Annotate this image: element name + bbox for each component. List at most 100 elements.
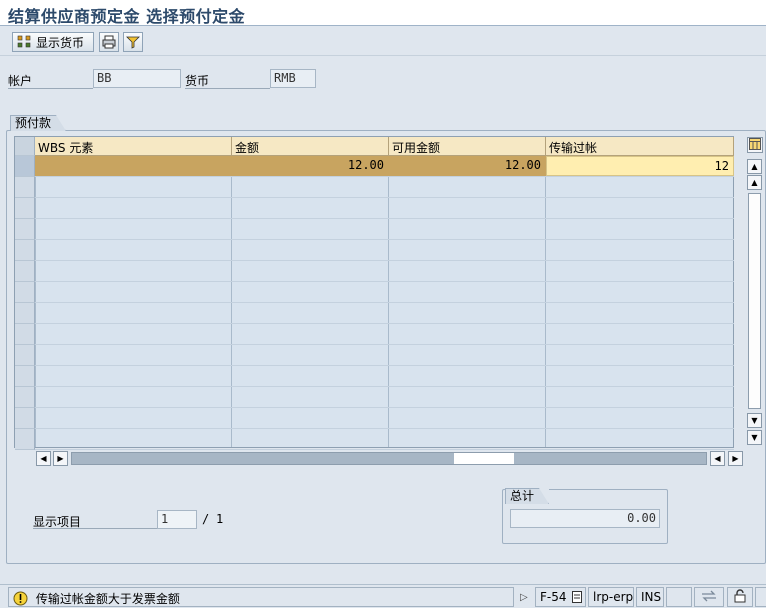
- column-header-amount[interactable]: 金额: [232, 137, 389, 156]
- amount-cell: 12.00: [347, 158, 384, 172]
- status-end-field: [755, 587, 766, 607]
- transfer-posting-input[interactable]: 12: [546, 156, 734, 176]
- account-field[interactable]: BB: [93, 69, 181, 88]
- filter-icon: [126, 35, 140, 49]
- prepayment-table: WBS 元素 金额 可用金额 传输过帐 12.00 12.00 12: [14, 136, 734, 450]
- table-settings-button[interactable]: [747, 137, 763, 153]
- table-row[interactable]: [35, 198, 734, 219]
- wbs-cell[interactable]: [35, 156, 231, 176]
- row-selector[interactable]: [15, 345, 35, 366]
- display-items-underline: [33, 528, 157, 529]
- connection-button[interactable]: [694, 587, 724, 607]
- show-currency-label: 显示货币: [36, 35, 85, 50]
- currency-icon: [17, 35, 33, 49]
- table-row[interactable]: [35, 177, 734, 198]
- table-row[interactable]: [35, 282, 734, 303]
- status-message-text: 传输过帐金额大于发票金额: [35, 592, 180, 606]
- horizontal-scrollbar[interactable]: ◀ ▶ ◀ ▶: [36, 451, 746, 466]
- arrow-down-icon: ▼: [751, 433, 758, 442]
- page-down-button[interactable]: ▼: [747, 413, 762, 428]
- table-row[interactable]: [35, 219, 734, 240]
- scroll-down-button[interactable]: ▼: [747, 430, 762, 445]
- triangle-right-icon: ▷: [520, 592, 528, 603]
- row-selector[interactable]: [15, 408, 35, 429]
- server-name: lrp-erp: [588, 587, 634, 607]
- status-message[interactable]: 传输过帐金额大于发票金额: [8, 587, 514, 607]
- total-value-field: 0.00: [510, 509, 660, 528]
- row-selector[interactable]: [15, 429, 35, 450]
- total-group-title: 总计: [505, 488, 550, 504]
- arrow-right-icon: ▶: [57, 454, 64, 463]
- scroll-right-first-button[interactable]: ▶: [53, 451, 68, 466]
- table-row[interactable]: [35, 429, 734, 450]
- system-info-icon: [572, 591, 583, 606]
- arrow-left-icon: ◀: [714, 454, 721, 463]
- window-title: 结算供应商预定金 选择预付定金: [8, 7, 246, 26]
- status-expand-button[interactable]: ▷: [517, 587, 533, 607]
- arrow-up-icon: ▲: [751, 178, 758, 187]
- current-item-field[interactable]: 1: [157, 510, 197, 529]
- currency-label: 货币: [185, 74, 210, 88]
- filter-button[interactable]: [123, 32, 143, 52]
- row-selector[interactable]: [15, 156, 35, 177]
- show-currency-button[interactable]: 显示货币: [12, 32, 94, 52]
- print-button[interactable]: [99, 32, 119, 52]
- row-selector[interactable]: [15, 219, 35, 240]
- table-row[interactable]: [35, 387, 734, 408]
- table-row[interactable]: [35, 261, 734, 282]
- lock-button[interactable]: [727, 587, 753, 607]
- scroll-up-button[interactable]: ▲: [747, 159, 762, 174]
- table-row[interactable]: [35, 240, 734, 261]
- horizontal-scroll-thumb[interactable]: [454, 453, 514, 464]
- currency-underline: [185, 88, 270, 89]
- scroll-left-button[interactable]: ◀: [36, 451, 51, 466]
- arrow-up-icon: ▲: [751, 162, 758, 171]
- vertical-scroll-thumb[interactable]: [748, 193, 761, 409]
- account-underline: [8, 88, 93, 89]
- account-label: 帐户: [8, 74, 33, 88]
- table-row[interactable]: [35, 366, 734, 387]
- printer-icon: [102, 35, 116, 49]
- row-selector[interactable]: [15, 387, 35, 408]
- table-row[interactable]: [35, 345, 734, 366]
- arrow-right-icon: ▶: [732, 454, 739, 463]
- select-all-cell[interactable]: [15, 137, 35, 156]
- arrow-left-icon: ◀: [40, 454, 47, 463]
- item-separator: /: [202, 512, 210, 526]
- row-selector[interactable]: [15, 324, 35, 345]
- transaction-code-text: F-54: [540, 590, 567, 604]
- title-bar: 结算供应商预定金 选择预付定金: [0, 0, 766, 26]
- row-selector[interactable]: [15, 177, 35, 198]
- vertical-scrollbar[interactable]: ▲ ▲ ▼ ▼: [746, 157, 763, 448]
- status-empty-field: [666, 587, 692, 607]
- available-amount-cell: 12.00: [504, 158, 541, 172]
- page-up-button[interactable]: ▲: [747, 175, 762, 190]
- row-selector[interactable]: [15, 240, 35, 261]
- row-selector[interactable]: [15, 303, 35, 324]
- row-selector[interactable]: [15, 282, 35, 303]
- arrow-down-icon: ▼: [751, 416, 758, 425]
- transaction-code[interactable]: F-54: [535, 587, 586, 607]
- row-selector[interactable]: [15, 366, 35, 387]
- status-bar: 传输过帐金额大于发票金额 ▷ F-54 lrp-erp INS: [0, 584, 766, 608]
- table-row[interactable]: [35, 303, 734, 324]
- table-row[interactable]: [35, 408, 734, 429]
- application-toolbar: 显示货币: [0, 28, 766, 56]
- input-mode[interactable]: INS: [636, 587, 664, 607]
- lock-icon: [733, 588, 747, 606]
- scroll-left-end-button[interactable]: ◀: [710, 451, 725, 466]
- horizontal-scroll-track[interactable]: [71, 452, 707, 465]
- column-header-wbs[interactable]: WBS 元素: [35, 137, 232, 156]
- currency-field[interactable]: RMB: [270, 69, 316, 88]
- scroll-right-button[interactable]: ▶: [728, 451, 743, 466]
- row-selector[interactable]: [15, 198, 35, 219]
- column-header-transfer[interactable]: 传输过帐: [546, 137, 734, 156]
- table-row[interactable]: 12.00 12.00 12: [35, 156, 734, 177]
- row-selector[interactable]: [15, 261, 35, 282]
- column-header-available[interactable]: 可用金额: [389, 137, 546, 156]
- table-row[interactable]: [35, 324, 734, 345]
- table-layout-icon: [749, 137, 761, 153]
- total-items-value: 1: [216, 512, 224, 526]
- prepayment-group-title: 预付款: [10, 115, 67, 131]
- warning-icon: [13, 591, 28, 608]
